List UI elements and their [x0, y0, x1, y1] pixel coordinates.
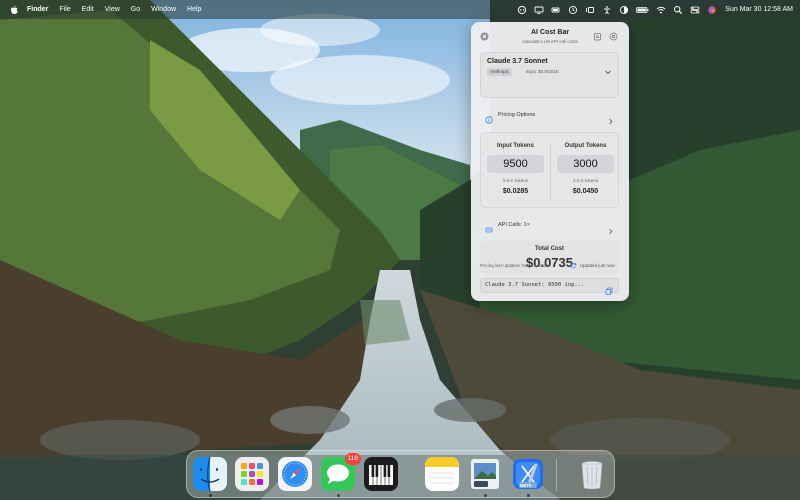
refresh-status[interactable]: Updated just now: [570, 262, 615, 269]
pricing-last-updated: Pricing last updated: Mar 29, 2025: [480, 263, 549, 268]
safari-icon: [278, 457, 312, 491]
wifi-icon[interactable]: [656, 5, 666, 15]
pricing-options-label: Pricing Options: [498, 112, 536, 118]
popover-subtitle: calculate LLM API call costs: [522, 39, 578, 44]
model-pricing: input: $0.003/1K: [526, 69, 559, 74]
output-tokens-field[interactable]: 3000: [557, 155, 614, 173]
apple-menu-icon[interactable]: [9, 5, 19, 15]
refresh-icon: [570, 262, 577, 269]
piano-icon: [364, 457, 398, 491]
total-cost-label: Total Cost: [535, 246, 564, 252]
menu-file[interactable]: File: [59, 6, 70, 13]
dock-finder[interactable]: [193, 457, 227, 497]
settings-icon[interactable]: [609, 32, 618, 41]
output-k-tokens: 3.0 K tokens: [572, 178, 599, 183]
chevron-down-icon: [604, 63, 612, 75]
menu-view[interactable]: View: [105, 6, 120, 13]
ai-cost-bar-popover: AI Cost Bar calculate LLM API call costs…: [471, 22, 629, 301]
clock-icon[interactable]: [568, 5, 578, 15]
menu-window[interactable]: Window: [151, 6, 176, 13]
control-center-icon[interactable]: [690, 5, 700, 15]
notification-badge: 118: [344, 453, 361, 465]
ai-cost-bar-icon[interactable]: [517, 5, 527, 15]
control-toggle-icon[interactable]: [619, 5, 629, 15]
dock-xcode[interactable]: BETA: [511, 457, 545, 497]
chevron-right-icon: [607, 222, 614, 234]
menu-bar: Finder File Edit View Go Window Help Sun…: [0, 0, 800, 19]
output-tokens-column: Output Tokens 3000 3.0 K tokens $0.0450: [551, 133, 620, 209]
input-cost: $0.0285: [502, 188, 529, 195]
search-icon[interactable]: [673, 5, 683, 15]
api-calls-button[interactable]: API Calls: 1×: [480, 217, 619, 234]
trash-icon: [581, 461, 603, 490]
dock-preview[interactable]: [468, 457, 502, 497]
menu-edit[interactable]: Edit: [82, 6, 94, 13]
api-calls-label: API Calls: 1×: [498, 222, 530, 228]
model-name: Claude 3.7 Sonnet: [487, 58, 548, 65]
dock-notes[interactable]: [425, 457, 459, 491]
chevron-right-icon: [607, 112, 614, 124]
output-cost: $0.0450: [572, 188, 599, 195]
menu-help[interactable]: Help: [187, 6, 201, 13]
siri-icon[interactable]: [707, 5, 717, 15]
input-k-tokens: 9.5 K tokens: [502, 178, 529, 183]
dock-separator: [556, 459, 557, 491]
dock-safari[interactable]: [278, 457, 312, 491]
tokens-panel: Input Tokens 9500 9.5 K tokens $0.0285 O…: [480, 132, 619, 208]
menu-go[interactable]: Go: [131, 6, 140, 13]
preview-icon: [471, 459, 499, 489]
input-tokens-label: Input Tokens: [497, 143, 534, 149]
dock: 118 BETA: [186, 450, 615, 498]
updated-status-text: Updated just now: [580, 263, 615, 268]
info-icon: [485, 111, 493, 124]
summary-bar[interactable]: Claude 3.7 Sonnet: 9500 inp...: [480, 278, 619, 295]
pricing-options-button[interactable]: Pricing Options: [480, 107, 619, 124]
dock-trash[interactable]: [575, 457, 609, 491]
accessibility-icon[interactable]: [602, 5, 612, 15]
provider-badge: Anthropic: [487, 68, 513, 76]
api-calls-icon: [485, 221, 493, 233]
dock-piano[interactable]: [364, 457, 398, 491]
menu-bar-extras: Sun Mar 30 12:58 AM: [510, 0, 800, 19]
running-indicator: [337, 494, 340, 497]
running-indicator: [527, 494, 530, 497]
summary-text: Claude 3.7 Sonnet: 9500 inp...: [485, 282, 585, 288]
beta-label: BETA: [520, 483, 532, 488]
model-selector[interactable]: Claude 3.7 Sonnet Anthropic input: $0.00…: [480, 52, 619, 98]
clipboard-icon[interactable]: [593, 32, 602, 41]
dock-messages[interactable]: 118: [321, 453, 361, 497]
output-tokens-label: Output Tokens: [564, 143, 607, 149]
display-icon[interactable]: [534, 5, 544, 15]
menu-app-name[interactable]: Finder: [27, 6, 48, 13]
stage-manager-icon[interactable]: [585, 5, 595, 15]
desktop-wallpaper: [0, 0, 800, 500]
popover-header: AI Cost Bar calculate LLM API call costs: [471, 22, 629, 49]
copy-icon[interactable]: [605, 282, 613, 295]
notes-icon: [425, 457, 459, 491]
battery-status-icon[interactable]: [551, 5, 561, 15]
dock-launchpad[interactable]: [235, 457, 269, 491]
battery-icon[interactable]: [636, 5, 649, 15]
input-tokens-column: Input Tokens 9500 9.5 K tokens $0.0285: [481, 133, 550, 209]
running-indicator: [484, 494, 487, 497]
popover-title: AI Cost Bar: [530, 29, 570, 36]
menu-bar-clock[interactable]: Sun Mar 30 12:58 AM: [725, 6, 793, 13]
finder-icon: [193, 457, 227, 491]
total-cost-panel: Total Cost $0.0735: [480, 241, 619, 275]
input-tokens-field[interactable]: 9500: [487, 155, 544, 173]
launchpad-icon: [235, 457, 269, 491]
running-indicator: [209, 494, 212, 497]
